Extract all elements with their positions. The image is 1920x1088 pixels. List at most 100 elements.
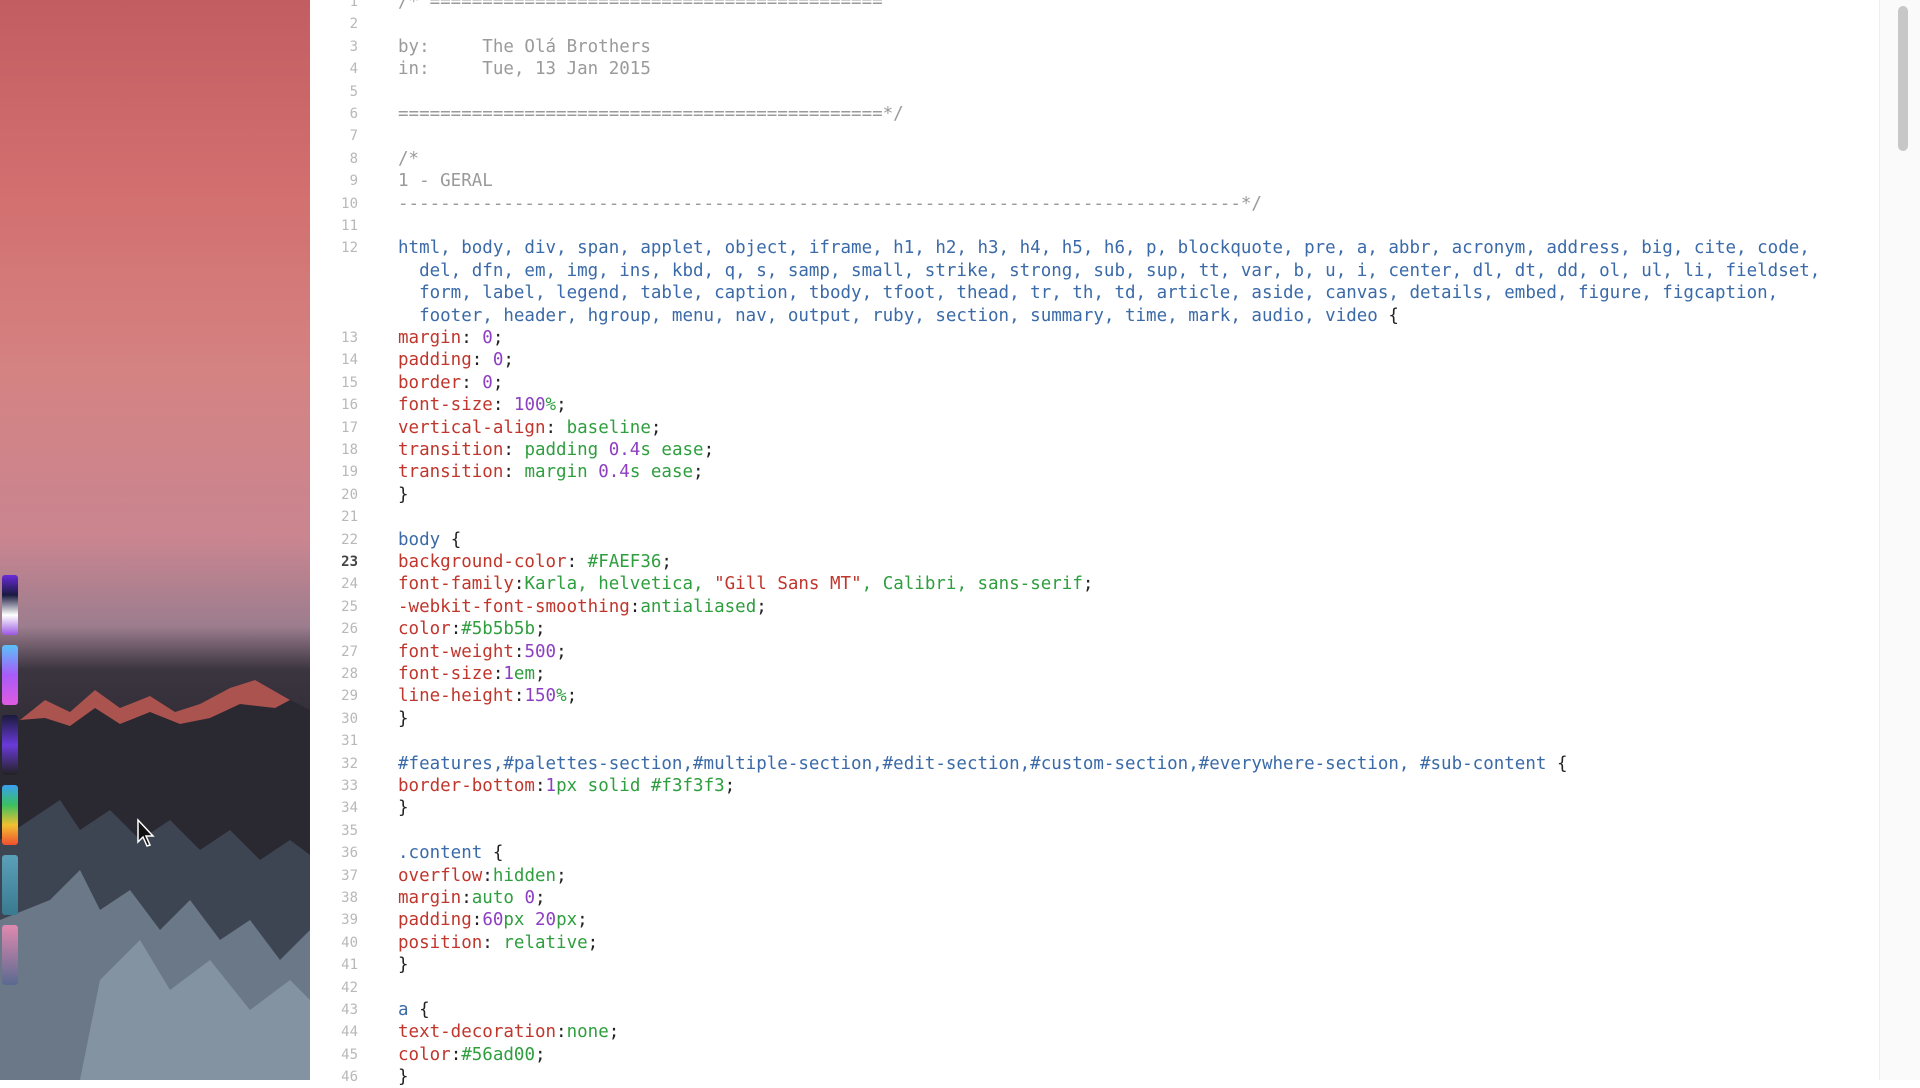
line-number: 40	[341, 934, 358, 951]
code-line[interactable]: 21	[310, 506, 1880, 528]
line-number: 45	[341, 1046, 358, 1063]
code-token: 0.4	[598, 462, 630, 483]
code-text: padding:60px 20px;	[398, 909, 588, 931]
code-line[interactable]: 46}	[310, 1066, 1880, 1088]
code-line[interactable]: 15 border: 0;	[310, 372, 1880, 394]
code-text-area[interactable]: 1 /* ====================================…	[310, 0, 1880, 1087]
code-text: /* =====================================…	[398, 0, 883, 13]
code-text: margin:auto 0;	[398, 887, 546, 909]
code-token: /*	[398, 148, 420, 169]
code-line[interactable]: 34}	[310, 797, 1880, 819]
code-token: :	[482, 932, 504, 953]
code-line[interactable]: 27 font-weight:500;	[310, 641, 1880, 663]
code-token: :	[461, 328, 483, 348]
code-line[interactable]: 37 overflow:hidden;	[310, 865, 1880, 887]
code-line[interactable]: 35	[310, 820, 1880, 842]
dock-app-icon[interactable]	[2, 855, 18, 915]
code-token: :	[492, 664, 504, 684]
dock-app-icon[interactable]	[2, 575, 18, 635]
code-line[interactable]: 23 background-color: #FAEF36;	[310, 551, 1880, 573]
code-editor-window[interactable]: 1 /* ====================================…	[310, 0, 1920, 1087]
code-line[interactable]: 28 font-size:1em;	[310, 663, 1880, 685]
code-line[interactable]: 40 position: relative;	[310, 932, 1880, 954]
code-line[interactable]: 44 text-decoration:none;	[310, 1021, 1880, 1043]
code-line[interactable]: 8 /*	[310, 148, 1880, 170]
code-line[interactable]: footer, header, hgroup, menu, nav, outpu…	[310, 305, 1880, 327]
line-number: 15	[341, 374, 358, 391]
dock-app-icon[interactable]	[2, 715, 18, 775]
code-line[interactable]: 2	[310, 13, 1880, 35]
code-token: ;	[503, 350, 514, 371]
code-line[interactable]: 6 =======================================…	[310, 103, 1880, 125]
code-line[interactable]: 33 border-bottom:1px solid #f3f3f3;	[310, 775, 1880, 797]
code-line[interactable]: 26 color:#5b5b5b;	[310, 618, 1880, 640]
code-text: border-bottom:1px solid #f3f3f3;	[398, 775, 735, 797]
code-text: }	[398, 484, 409, 506]
code-line[interactable]: 43 a {	[310, 999, 1880, 1021]
code-line[interactable]: 38 margin:auto 0;	[310, 887, 1880, 909]
code-token: :	[471, 350, 493, 371]
code-line[interactable]: 36 .content {	[310, 842, 1880, 864]
code-token: 0	[492, 350, 504, 371]
code-line[interactable]: 20}	[310, 484, 1880, 506]
code-token: 150	[524, 686, 557, 707]
line-number: 35	[341, 822, 358, 839]
dock-app-icon[interactable]	[2, 785, 18, 845]
code-line[interactable]: 31	[310, 730, 1880, 752]
dock-app-icon[interactable]	[2, 925, 18, 985]
code-token: , Calibri, sans-serif	[861, 574, 1083, 595]
code-line[interactable]: 45 color:#56ad00;	[310, 1044, 1880, 1066]
code-token: }	[398, 708, 409, 729]
code-token: overflow	[398, 865, 483, 886]
dock-app-icon[interactable]	[2, 645, 18, 705]
line-number: 10	[341, 195, 358, 212]
code-token: hidden	[492, 865, 557, 886]
code-text: color:#56ad00;	[398, 1044, 546, 1066]
line-number: 20	[341, 486, 358, 503]
code-line[interactable]: 5	[310, 81, 1880, 103]
code-line[interactable]: 3 by: The Olá Brothers	[310, 36, 1880, 58]
code-line[interactable]: 18 transition: padding 0.4s ease;	[310, 439, 1880, 461]
code-line[interactable]: 30}	[310, 708, 1880, 730]
code-line[interactable]: 17 vertical-align: baseline;	[310, 417, 1880, 439]
code-token: }	[398, 955, 409, 976]
code-line[interactable]: 12 html, body, div, span, applet, object,…	[310, 237, 1880, 259]
code-line[interactable]: 41}	[310, 954, 1880, 976]
code-line[interactable]: 19 transition: margin 0.4s ease;	[310, 461, 1880, 483]
code-line[interactable]: 14 padding: 0;	[310, 349, 1880, 371]
code-line[interactable]: 29 line-height:150%;	[310, 685, 1880, 707]
scrollbar-thumb[interactable]	[1898, 6, 1908, 151]
vertical-scrollbar[interactable]	[1879, 0, 1920, 1080]
code-token: margin	[524, 462, 599, 483]
code-line[interactable]: del, dfn, em, img, ins, kbd, q, s, samp,…	[310, 260, 1880, 282]
code-token: %	[545, 395, 557, 416]
code-line[interactable]: 4 in: Tue, 13 Jan 2015	[310, 58, 1880, 80]
code-line[interactable]: 10 --------------------------------------…	[310, 193, 1880, 215]
code-line[interactable]: 7	[310, 125, 1880, 147]
code-token: px solid #f3f3f3	[556, 776, 725, 796]
line-number: 18	[341, 442, 358, 458]
code-line[interactable]: form, label, legend, table, caption, tbo…	[310, 282, 1880, 304]
code-token: 1	[545, 776, 557, 796]
mouse-cursor-icon	[137, 818, 155, 847]
code-line[interactable]: 16 font-size: 100%;	[310, 394, 1880, 416]
code-line[interactable]: 1 /* ====================================…	[310, 0, 1880, 13]
code-line[interactable]: 11	[310, 215, 1880, 237]
line-number: 28	[341, 666, 358, 682]
line-number: 23	[341, 554, 358, 570]
code-text: font-size: 100%;	[398, 394, 567, 416]
code-line[interactable]: 24 font-family:Karla, helvetica, "Gill Sa…	[310, 573, 1880, 595]
code-line[interactable]: 42	[310, 977, 1880, 999]
code-line[interactable]: 25 -webkit-font-smoothing:antialiased;	[310, 596, 1880, 618]
code-token: ;	[724, 776, 736, 796]
code-line[interactable]: 13 margin: 0;	[310, 327, 1880, 349]
line-number: 6	[349, 106, 358, 122]
code-token: in: Tue, 13 Jan 2015	[398, 59, 651, 80]
code-line[interactable]: 9 1 - GERAL	[310, 170, 1880, 192]
code-text: }	[398, 708, 409, 730]
code-text: del, dfn, em, img, ins, kbd, q, s, samp,…	[398, 260, 1820, 282]
code-line[interactable]: 22 body {	[310, 529, 1880, 551]
code-line[interactable]: 32 #features,#palettes-section,#multiple-…	[310, 753, 1880, 775]
code-line[interactable]: 39 padding:60px 20px;	[310, 909, 1880, 931]
code-token: 20	[535, 910, 557, 931]
